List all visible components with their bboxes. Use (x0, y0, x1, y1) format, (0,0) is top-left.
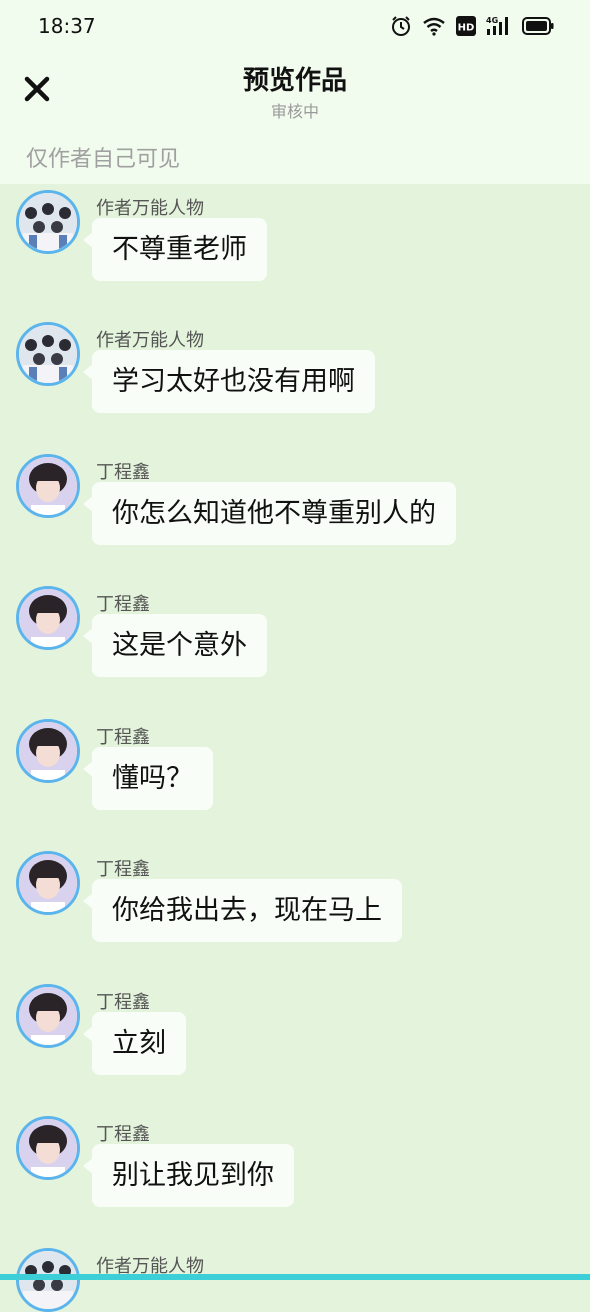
sender-name: 丁程鑫 (96, 992, 150, 1013)
network-label: 4G (486, 16, 498, 25)
person-avatar-icon (19, 589, 77, 647)
review-status: 审核中 (270, 102, 319, 121)
message-bubble[interactable]: 懂吗？ (83, 747, 213, 810)
message-bubble[interactable]: 这是个意外 (83, 614, 267, 677)
sender-name: 丁程鑫 (96, 859, 150, 880)
avatar[interactable] (16, 719, 80, 783)
group-avatar-icon (19, 325, 77, 383)
sender-name: 作者万能人物 (96, 198, 204, 219)
avatar[interactable] (16, 984, 80, 1048)
person-avatar-icon (19, 722, 77, 780)
sender-name: 丁程鑫 (96, 727, 150, 748)
message-bubble[interactable]: 学习太好也没有用啊 (83, 350, 375, 413)
wifi-icon (422, 16, 446, 36)
avatar[interactable] (16, 1248, 80, 1312)
header: 18:37 HD 4G 预览作品 审核中 仅作者自己可见 (0, 0, 590, 184)
avatar[interactable] (16, 586, 80, 650)
message-bubble[interactable]: 你怎么知道他不尊重别人的 (83, 482, 456, 545)
message-bubble[interactable]: 不尊重老师 (83, 218, 267, 281)
battery-icon (522, 17, 554, 35)
sender-name: 丁程鑫 (96, 1124, 150, 1145)
sender-name: 丁程鑫 (96, 594, 150, 615)
hd-icon: HD (456, 16, 476, 36)
message-bubble[interactable]: 立刻 (83, 1012, 186, 1075)
message-bubble[interactable]: 别让我见到你 (83, 1144, 294, 1207)
group-avatar-icon (19, 193, 77, 251)
person-avatar-icon (19, 1119, 77, 1177)
avatar[interactable] (16, 190, 80, 254)
hd-label: HD (458, 23, 475, 34)
group-avatar-icon (19, 1251, 77, 1309)
page-title: 预览作品 (242, 66, 347, 96)
alarm-icon (390, 15, 412, 37)
signal-4g-icon: 4G (486, 15, 512, 37)
bottom-accent-bar (0, 1274, 590, 1280)
status-time: 18:37 (38, 14, 96, 38)
sender-name: 丁程鑫 (96, 462, 150, 483)
sender-name: 作者万能人物 (96, 330, 204, 351)
person-avatar-icon (19, 987, 77, 1045)
status-icons: HD 4G (390, 14, 554, 38)
person-avatar-icon (19, 854, 77, 912)
avatar[interactable] (16, 454, 80, 518)
person-avatar-icon (19, 457, 77, 515)
avatar[interactable] (16, 322, 80, 386)
visibility-note: 仅作者自己可见 (26, 147, 181, 172)
avatar[interactable] (16, 851, 80, 915)
avatar[interactable] (16, 1116, 80, 1180)
message-bubble[interactable]: 你给我出去，现在马上 (83, 879, 402, 942)
